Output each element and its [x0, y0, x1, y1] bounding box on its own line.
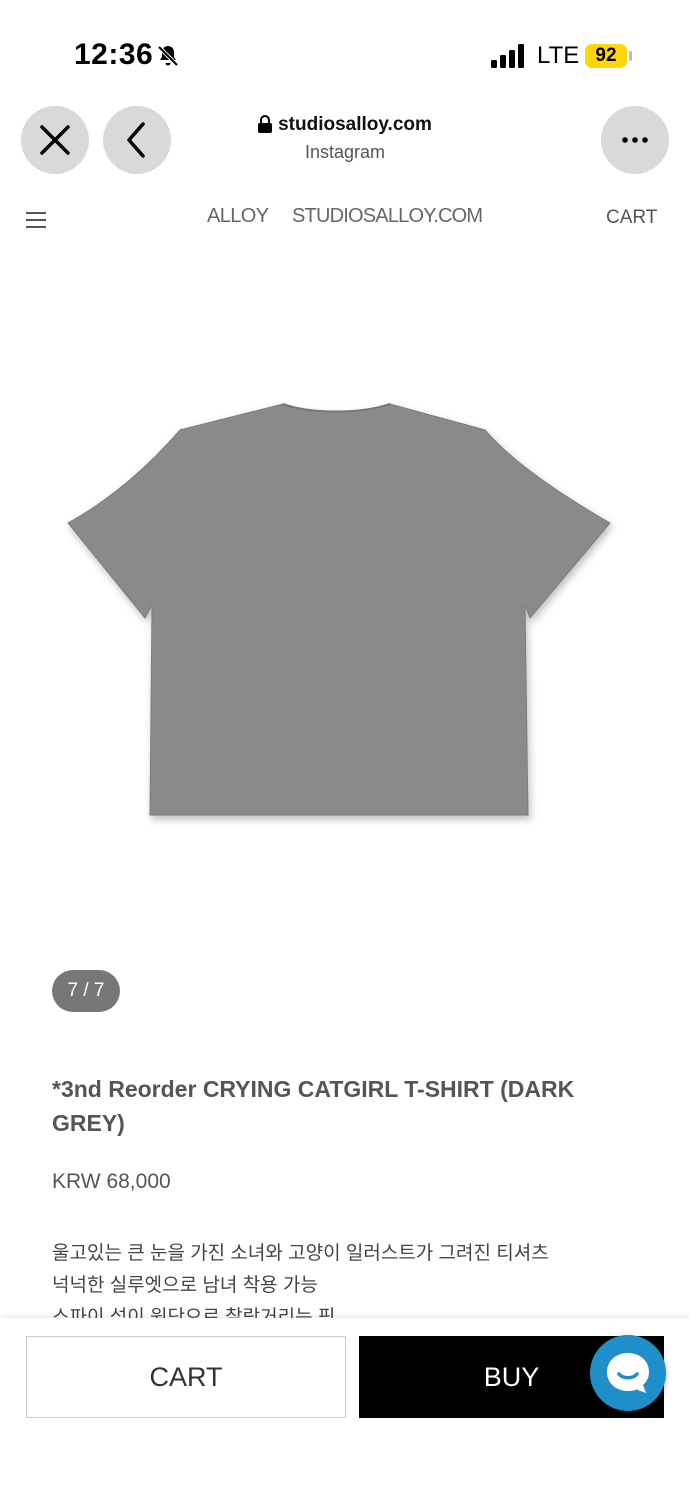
address-bar[interactable]: studiosalloy.com Instagram: [200, 114, 490, 163]
status-bar: 12:36 LTE 92: [0, 0, 690, 100]
action-bar: CART BUY: [0, 1318, 690, 1500]
close-button[interactable]: [21, 106, 89, 174]
product-price: KRW 68,000: [52, 1170, 171, 1193]
back-icon: [127, 122, 145, 158]
description-line: 넉넉한 실루엣으로 남녀 착용 가능: [52, 1275, 318, 1296]
browser-bar: studiosalloy.com Instagram: [0, 100, 690, 180]
menu-icon[interactable]: [26, 212, 46, 228]
more-icon: [622, 137, 648, 143]
tshirt-shape: [67, 403, 611, 816]
gallery-counter: 7 / 7: [52, 970, 120, 1012]
back-button[interactable]: [103, 106, 171, 174]
battery-tip: [629, 51, 632, 61]
more-options-button[interactable]: [601, 106, 669, 174]
product-title: *3nd Reorder CRYING CATGIRL T-SHIRT (DAR…: [52, 1076, 575, 1136]
product-description: 울고있는 큰 눈을 가진 소녀와 고양이 일러스트가 그려진 티셔츠 넉넉한 실…: [52, 1238, 652, 1320]
url-line: studiosalloy.com: [200, 114, 490, 136]
brand-logo[interactable]: ALLOY: [207, 205, 269, 228]
product-image[interactable]: [40, 370, 640, 840]
site-name[interactable]: STUDIOSALLOY.COM: [292, 205, 483, 228]
close-icon: [40, 125, 70, 155]
network-label: LTE: [537, 42, 580, 69]
site-header: ALLOY STUDIOSALLOY.COM CART: [0, 190, 690, 250]
url-text: studiosalloy.com: [278, 114, 432, 135]
status-time: 12:36: [74, 38, 154, 71]
chat-button[interactable]: [590, 1335, 666, 1411]
bell-muted-icon: [157, 45, 179, 67]
source-app: Instagram: [304, 142, 386, 162]
header-cart-link[interactable]: CART: [606, 207, 657, 229]
lock-icon: [258, 115, 273, 133]
chat-icon: [607, 1353, 649, 1393]
signal-icon: [491, 44, 524, 68]
add-to-cart-button[interactable]: CART: [26, 1336, 346, 1418]
battery-indicator: 92: [585, 44, 627, 68]
description-line: 울고있는 큰 눈을 가진 소녀와 고양이 일러스트가 그려진 티셔츠: [52, 1243, 549, 1264]
